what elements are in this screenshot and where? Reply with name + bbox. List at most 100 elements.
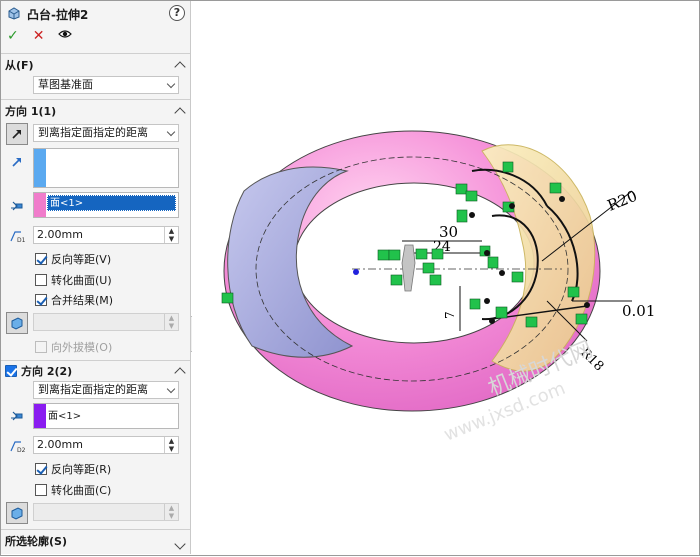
direction2-end-condition-value: 到离指定面指定的距离 xyxy=(38,383,148,396)
reverse-offset-label: 反向等距(R) xyxy=(51,463,112,476)
relation-marker-icon xyxy=(511,271,524,283)
spin-arrows-icon[interactable]: ▲ ▼ xyxy=(164,504,178,520)
direction2-enable-checkbox[interactable] xyxy=(5,365,17,377)
feature-title: 凸台-拉伸2 xyxy=(27,7,89,22)
property-manager-panel: 凸台-拉伸2 ? ✓ ✕ 从(F) 草图基准面 方向 1(1) 到离指定面指定的… xyxy=(1,1,191,554)
direction2-face-item[interactable]: 面<1> xyxy=(48,407,81,422)
chevron-up-icon[interactable] xyxy=(174,61,186,73)
separator xyxy=(1,53,190,54)
face-color-swatch xyxy=(34,404,46,428)
direction2-distance-input[interactable]: 2.00mm ▲ ▼ xyxy=(33,436,179,454)
draft-outward-label: 向外拔模(O) xyxy=(51,341,113,354)
checkbox-box[interactable] xyxy=(35,274,47,286)
checkbox-box[interactable] xyxy=(35,253,47,265)
direction2-end-condition-select[interactable]: 到离指定面指定的距离 xyxy=(33,381,179,399)
dim-0-01[interactable]: 0.01 xyxy=(622,302,655,320)
from-section-title: 从(F) xyxy=(5,59,34,72)
selected-contours-header[interactable]: 所选轮廓(S) xyxy=(5,533,67,549)
chevron-up-icon[interactable] xyxy=(174,107,186,119)
feature-title-row: 凸台-拉伸2 xyxy=(7,6,88,22)
from-section-header[interactable]: 从(F) xyxy=(5,57,34,73)
separator xyxy=(1,360,190,361)
reverse-direction-icon xyxy=(12,130,21,139)
checkbox-box[interactable] xyxy=(35,484,47,496)
separator xyxy=(1,99,190,100)
direction1-end-condition-select[interactable]: 到离指定面指定的距离 xyxy=(33,124,179,142)
relation-marker-icon xyxy=(487,256,499,269)
preview-eye-icon[interactable] xyxy=(58,28,73,44)
direction2-translate-surface-checkbox[interactable]: 转化曲面(C) xyxy=(35,482,111,498)
relation-marker-icon xyxy=(388,249,401,261)
checkbox-box[interactable] xyxy=(35,341,47,353)
dim-7[interactable]: 7 xyxy=(443,311,457,319)
extrude-feature-icon xyxy=(7,6,21,23)
cancel-x-icon[interactable]: ✕ xyxy=(33,28,45,44)
ok-check-icon[interactable]: ✓ xyxy=(7,28,19,44)
chevron-down-icon xyxy=(166,127,176,137)
model-view: 30 24 R20 0.01 R18 7 机械时代网 www.jxsd.com xyxy=(221,130,655,446)
relation-marker-icon xyxy=(469,298,481,310)
direction1-face-listbox[interactable]: 面<1> xyxy=(33,192,179,218)
relation-marker-icon xyxy=(415,248,428,260)
direction2-face-listbox[interactable]: 面<1> xyxy=(33,403,179,429)
from-condition-value: 草图基准面 xyxy=(38,78,93,91)
dim-r20[interactable]: R20 xyxy=(605,187,640,215)
spin-arrows-icon[interactable]: ▲ ▼ xyxy=(164,314,178,330)
relation-marker-icon xyxy=(390,274,403,286)
draft-angle-input[interactable]: ▲ ▼ xyxy=(33,313,179,331)
direction1-distance-input[interactable]: 2.00mm ▲ ▼ xyxy=(33,226,179,244)
direction-color-swatch xyxy=(34,149,46,187)
svg-text:D1: D1 xyxy=(17,237,25,243)
direction2-distance-value: 2.00mm xyxy=(37,438,83,451)
direction1-end-condition-value: 到离指定面指定的距离 xyxy=(38,126,148,139)
relation-marker-icon xyxy=(455,183,468,195)
relation-marker-icon xyxy=(456,209,468,223)
checkbox-box[interactable] xyxy=(35,463,47,475)
relation-marker-icon xyxy=(221,292,234,304)
direction1-translate-surface-checkbox[interactable]: 转化曲面(U) xyxy=(35,272,112,288)
translate-surface-label: 转化曲面(U) xyxy=(51,274,112,287)
relation-marker-icon xyxy=(525,316,538,328)
draft-toggle-button[interactable] xyxy=(6,502,28,524)
face-selection-icon xyxy=(9,408,25,424)
relation-marker-icon xyxy=(549,182,562,194)
relation-marker-icon xyxy=(465,190,478,202)
direction1-title: 方向 1(1) xyxy=(5,105,57,118)
chevron-up-icon[interactable] xyxy=(174,367,186,379)
reverse-direction-button[interactable] xyxy=(6,123,28,145)
draft-icon xyxy=(11,507,23,520)
chevron-down-icon[interactable] xyxy=(174,538,186,550)
relation-marker-icon xyxy=(422,262,435,274)
chevron-down-icon xyxy=(166,79,176,89)
draft-icon xyxy=(11,317,23,330)
svg-text:D2: D2 xyxy=(17,447,25,453)
direction2-section-header[interactable]: 方向 2(2) xyxy=(5,363,72,379)
translate-surface-label: 转化曲面(C) xyxy=(51,484,112,497)
face-selection-icon xyxy=(9,198,25,214)
relation-marker-icon xyxy=(502,161,514,173)
offset-distance-icon: D2 xyxy=(9,438,25,454)
direction1-face-item[interactable]: 面<1> xyxy=(47,195,176,211)
direction-vector-icon xyxy=(9,154,25,170)
graphics-viewport[interactable]: 30 24 R20 0.01 R18 7 机械时代网 www.jxsd.com xyxy=(192,1,699,554)
spin-arrows-icon[interactable]: ▲ ▼ xyxy=(164,437,178,453)
draft-toggle-button[interactable] xyxy=(6,312,28,334)
direction1-reverse-offset-checkbox[interactable]: 反向等距(V) xyxy=(35,251,111,267)
from-condition-select[interactable]: 草图基准面 xyxy=(33,76,179,94)
draft-angle-input[interactable]: ▲ ▼ xyxy=(33,503,179,521)
action-buttons: ✓ ✕ xyxy=(7,28,73,44)
chevron-down-icon xyxy=(166,384,176,394)
spin-arrows-icon[interactable]: ▲ ▼ xyxy=(164,227,178,243)
checkbox-box[interactable] xyxy=(35,294,47,306)
relation-marker-icon xyxy=(495,306,508,319)
direction1-vector-listbox[interactable] xyxy=(33,148,179,188)
direction1-section-header[interactable]: 方向 1(1) xyxy=(5,103,56,119)
relation-marker-icon xyxy=(567,286,580,298)
direction2-title: 方向 2(2) xyxy=(21,365,73,378)
relation-marker-icon xyxy=(431,248,444,260)
relation-marker-icon xyxy=(429,274,442,286)
merge-result-checkbox[interactable]: 合并结果(M) xyxy=(35,292,113,308)
help-icon[interactable]: ? xyxy=(169,5,185,21)
draft-outward-checkbox[interactable]: 向外拔模(O) xyxy=(35,339,112,355)
direction2-reverse-offset-checkbox[interactable]: 反向等距(R) xyxy=(35,461,111,477)
